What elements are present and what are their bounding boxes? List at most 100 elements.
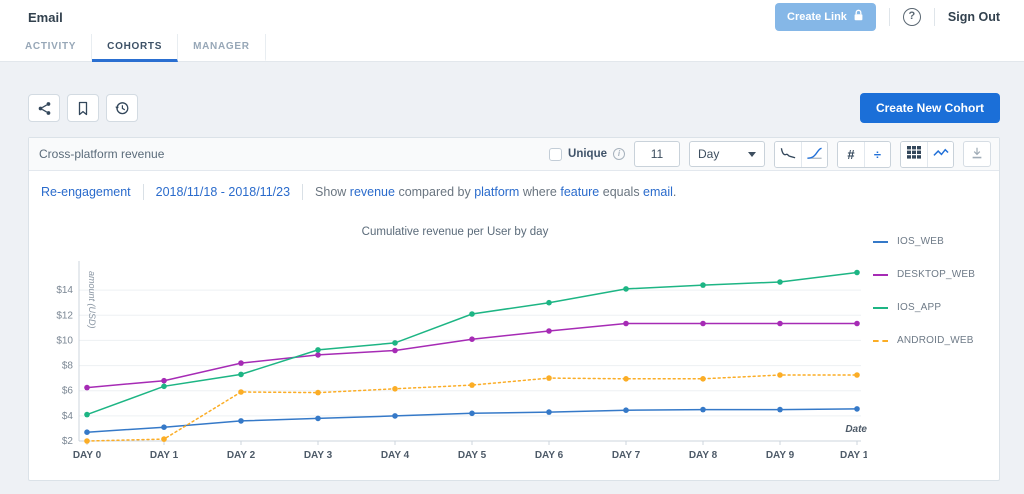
data-point-desktop_web[interactable] (161, 378, 167, 384)
line-chart-view-button[interactable] (927, 142, 953, 167)
info-icon[interactable]: i (613, 148, 625, 160)
data-point-android_web[interactable] (469, 382, 475, 388)
tab-manager[interactable]: MANAGER (178, 34, 266, 62)
line-chart-icon (933, 147, 949, 162)
data-point-ios_app[interactable] (700, 282, 706, 288)
legend-item-ios_app[interactable]: IOS_APP (873, 302, 995, 313)
panel-controls: Unique i 11 Day # (549, 141, 991, 168)
data-point-ios_web[interactable] (161, 424, 167, 430)
data-point-ios_app[interactable] (854, 270, 860, 276)
x-axis-title: Date (845, 424, 867, 435)
data-point-ios_app[interactable] (469, 311, 475, 317)
data-point-ios_app[interactable] (84, 412, 90, 418)
divider (302, 184, 303, 200)
data-point-ios_web[interactable] (854, 406, 860, 412)
data-point-ios_app[interactable] (777, 279, 783, 285)
data-point-android_web[interactable] (392, 386, 398, 392)
chevron-down-icon (748, 152, 756, 157)
create-new-cohort-button[interactable]: Create New Cohort (860, 93, 1000, 123)
tab-bar: ACTIVITYCOHORTSMANAGER (0, 34, 1024, 62)
legend-item-ios_web[interactable]: IOS_WEB (873, 236, 995, 247)
date-range-link[interactable]: 2018/11/18 - 2018/11/23 (156, 185, 290, 199)
cumulative-curve-button[interactable] (801, 142, 827, 167)
y-tick-label: $2 (62, 436, 74, 447)
data-point-android_web[interactable] (700, 376, 706, 382)
query-term[interactable]: email (643, 185, 673, 199)
data-point-android_web[interactable] (238, 389, 244, 395)
data-point-desktop_web[interactable] (238, 360, 244, 366)
data-point-ios_app[interactable] (315, 347, 321, 353)
table-view-button[interactable] (901, 142, 927, 167)
data-point-ios_web[interactable] (777, 407, 783, 413)
query-term[interactable]: revenue (350, 185, 395, 199)
data-point-desktop_web[interactable] (469, 336, 475, 342)
data-point-android_web[interactable] (777, 372, 783, 378)
bookmark-button[interactable] (67, 94, 99, 122)
data-point-desktop_web[interactable] (392, 348, 398, 354)
cohort-filter-link[interactable]: Re-engagement (41, 185, 131, 199)
y-tick-label: $12 (56, 310, 73, 321)
data-point-ios_web[interactable] (238, 418, 244, 424)
interval-input[interactable]: 11 (634, 141, 680, 167)
divider (143, 184, 144, 200)
series-line-ios_app[interactable] (87, 273, 857, 415)
data-point-android_web[interactable] (84, 438, 90, 444)
data-point-desktop_web[interactable] (777, 321, 783, 327)
data-point-ios_app[interactable] (392, 340, 398, 346)
data-point-android_web[interactable] (315, 390, 321, 396)
data-point-ios_web[interactable] (623, 407, 629, 413)
data-point-desktop_web[interactable] (315, 352, 321, 358)
data-point-desktop_web[interactable] (84, 385, 90, 391)
per-user-button[interactable]: ÷ (864, 142, 890, 167)
query-term[interactable]: platform (474, 185, 519, 199)
legend-label: DESKTOP_WEB (897, 269, 975, 280)
action-row: Create New Cohort (28, 93, 1000, 123)
tab-cohorts[interactable]: COHORTS (92, 34, 178, 62)
data-point-android_web[interactable] (623, 376, 629, 382)
data-point-ios_app[interactable] (161, 384, 167, 390)
retention-curve-button[interactable] (775, 142, 801, 167)
series-line-desktop_web[interactable] (87, 324, 857, 388)
tab-activity[interactable]: ACTIVITY (10, 34, 92, 62)
data-point-ios_app[interactable] (546, 300, 552, 306)
data-point-ios_app[interactable] (238, 372, 244, 378)
help-button[interactable]: ? (903, 8, 921, 26)
granularity-select[interactable]: Day (689, 141, 765, 167)
data-point-desktop_web[interactable] (623, 321, 629, 327)
share-button[interactable] (28, 94, 60, 122)
data-point-ios_web[interactable] (546, 409, 552, 415)
query-term[interactable]: feature (560, 185, 599, 199)
download-button[interactable] (963, 141, 991, 167)
data-point-desktop_web[interactable] (700, 321, 706, 327)
line-chart[interactable]: $2$4$6$8$10$12$14DAY 0DAY 1DAY 2DAY 3DAY… (37, 241, 867, 473)
legend-item-android_web[interactable]: ANDROID_WEB (873, 335, 995, 346)
panel-header: Cross-platform revenue Unique i 11 Day (29, 138, 999, 171)
history-button[interactable] (106, 94, 138, 122)
y-tick-label: $14 (56, 285, 73, 296)
data-point-desktop_web[interactable] (854, 321, 860, 327)
legend-label: ANDROID_WEB (897, 335, 974, 346)
divider (934, 8, 935, 26)
data-point-ios_web[interactable] (84, 429, 90, 435)
data-point-android_web[interactable] (161, 436, 167, 442)
unique-checkbox-row: Unique i (549, 148, 625, 161)
legend-label: IOS_APP (897, 302, 941, 313)
plot-column: Cumulative revenue per User by day $2$4$… (37, 212, 873, 478)
sign-out-button[interactable]: Sign Out (948, 10, 1000, 24)
data-point-ios_web[interactable] (700, 407, 706, 413)
x-tick-label: DAY 5 (458, 450, 487, 461)
data-point-ios_web[interactable] (469, 411, 475, 417)
unique-checkbox[interactable] (549, 148, 562, 161)
chart-legend: IOS_WEB DESKTOP_WEB IOS_APP ANDROID_WEB (873, 212, 995, 478)
data-point-android_web[interactable] (854, 372, 860, 378)
data-point-ios_app[interactable] (623, 286, 629, 292)
data-point-desktop_web[interactable] (546, 328, 552, 334)
totals-button[interactable]: # (838, 142, 864, 167)
data-point-ios_web[interactable] (315, 416, 321, 422)
create-link-button[interactable]: Create Link (775, 3, 876, 31)
data-point-android_web[interactable] (546, 375, 552, 381)
curve-type-group (774, 141, 828, 168)
legend-item-desktop_web[interactable]: DESKTOP_WEB (873, 269, 995, 280)
rise-curve-icon (806, 146, 823, 163)
data-point-ios_web[interactable] (392, 413, 398, 419)
